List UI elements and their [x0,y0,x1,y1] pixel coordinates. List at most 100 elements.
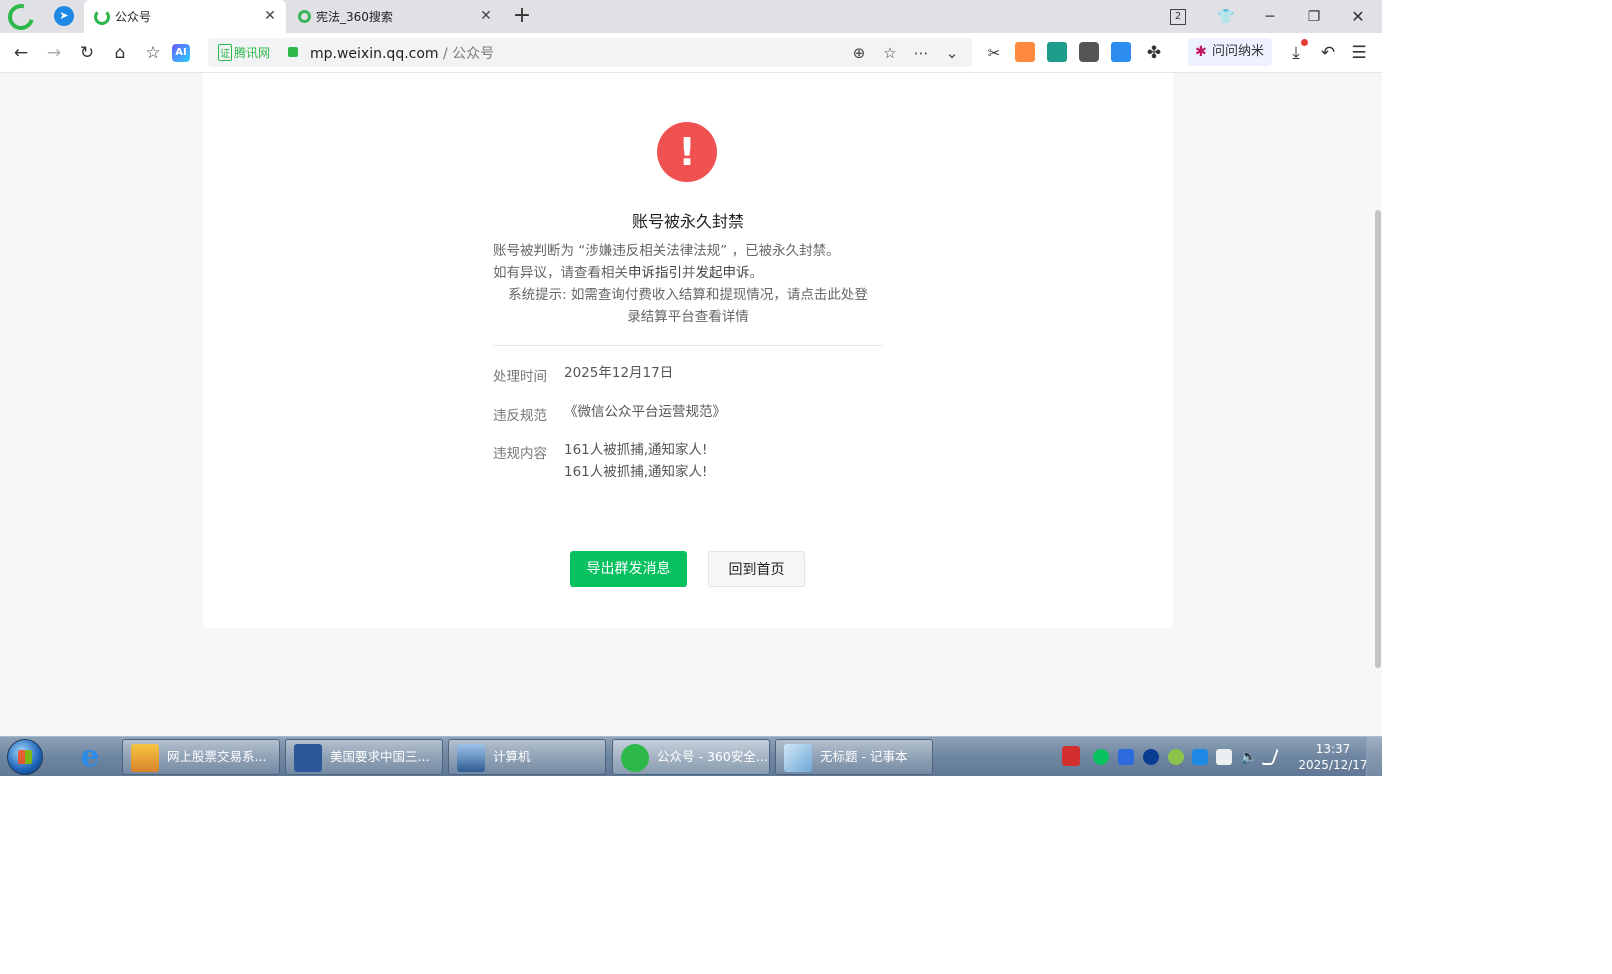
process-time-value: 2025年12月17日 [564,365,674,381]
divider [493,345,883,346]
notification-dot [1301,39,1308,46]
export-messages-button[interactable]: 导出群发消息 [570,551,687,587]
windows-taskbar: e 网上股票交易系... 美国要求中国三... 计算机 公众号 - 360安全.… [0,736,1382,776]
wenwen-nami-button[interactable]: 问问纳米 [1188,38,1272,66]
location-icon[interactable]: ⊕ [848,42,870,64]
tab-label: 公众号 [115,10,152,24]
clock-time: 13:37 [1315,742,1351,756]
ie-icon[interactable]: e [74,741,106,773]
taskbar-item-word[interactable]: 美国要求中国三... [285,739,443,775]
close-window-icon[interactable]: ✕ [1346,6,1370,28]
certificate-badge[interactable]: 证腾讯网 [218,44,270,61]
new-tab-button[interactable]: + [510,4,534,28]
tab-strip: ➤ 公众号 ✕ 宪法_360搜索 ✕ + 2 👕 ─ ❐ ✕ [0,0,1382,35]
clock-date: 2025/12/17 [1298,758,1368,772]
word-app-icon [294,744,322,772]
taskbar-item-label: 美国要求中国三... [330,749,430,764]
tray-usb-icon[interactable] [1216,749,1232,765]
tab-favicon-icon [94,8,110,25]
tab-close-icon[interactable]: ✕ [478,8,494,24]
taskbar-item-label: 网上股票交易系... [167,749,267,764]
url-text[interactable]: mp.weixin.qq.com / 公众号 [310,43,494,63]
notepad-icon [784,744,812,772]
pinned-tab-icon[interactable]: ➤ [54,6,74,26]
violation-content-label: 违规内容 [493,446,547,462]
tab-label: 宪法_360搜索 [316,10,393,24]
ai-assistant-icon[interactable]: AI [172,44,190,62]
system-clock[interactable]: 13:37 2025/12/17 [1288,741,1378,773]
taskbar-item-computer[interactable]: 计算机 [448,739,606,775]
dropdown-chevron-icon[interactable]: ⌄ [941,42,963,64]
extensions-puzzle-icon[interactable]: ✤ [1142,41,1166,65]
url-path: / 公众号 [438,46,495,62]
back-home-button[interactable]: 回到首页 [708,551,805,587]
reload-icon[interactable]: ↻ [75,41,99,65]
taskbar-item-label: 公众号 - 360安全... [657,749,768,764]
tray-app-icon[interactable] [1192,749,1208,765]
game-extension-icon[interactable] [1015,42,1035,62]
violation-content-value: 161人被抓捕,通知家人! 161人被抓捕,通知家人! [564,439,707,483]
tray-volume-icon[interactable]: 🔈 [1240,749,1257,765]
system-tip[interactable]: 系统提示: 如需查询付费收入结算和提现情况，请点击此处登 录结算平台查看详情 [493,284,883,328]
ban-notice-card: ! 账号被永久封禁 账号被判断为 “涉嫌违反相关法律法规” ，已被永久封禁。 如… [203,73,1173,628]
desc-prefix: 如有异议，请查看相关 [493,265,628,281]
taskbar-item-label: 无标题 - 记事本 [820,749,908,764]
lock-icon[interactable] [288,47,298,57]
navigation-toolbar: ← → ↻ ⌂ ☆ AI 证腾讯网 mp.weixin.qq.com / 公众号… [0,33,1382,73]
warning-icon: ! [657,122,717,182]
desc-line-2: 如有异议，请查看相关申诉指引并发起申诉。 [493,262,883,284]
address-bar[interactable]: 证腾讯网 mp.weixin.qq.com / 公众号 ⊕ ☆ ⋯ ⌄ [208,38,972,67]
computer-icon [457,744,485,772]
taskbar-item-notepad[interactable]: 无标题 - 记事本 [775,739,933,775]
favorites-icon[interactable]: ☆ [141,41,165,65]
taskbar-item-stock[interactable]: 网上股票交易系... [122,739,280,775]
browser-app-icon [621,744,649,772]
tray-360-icon[interactable] [1168,749,1184,765]
tray-bluetooth-icon[interactable] [1143,749,1159,765]
desc-line-1: 账号被判断为 “涉嫌违反相关法律法规” ，已被永久封禁。 [493,243,840,259]
back-icon[interactable]: ← [9,41,33,65]
window-counter-icon[interactable]: 2 [1170,9,1186,25]
reader-extension-icon[interactable] [1079,42,1099,62]
vertical-scrollbar[interactable] [1375,210,1381,668]
taskbar-item-browser[interactable]: 公众号 - 360安全... [612,739,770,775]
violated-rule-label: 违反规范 [493,408,547,424]
forward-icon[interactable]: → [42,41,66,65]
restore-icon[interactable]: ❐ [1302,6,1326,28]
tray-grid-icon[interactable] [1118,749,1134,765]
url-host: mp.weixin.qq.com [310,46,439,62]
tray-network-icon[interactable] [1261,749,1279,765]
word-extension-icon[interactable] [1047,42,1067,62]
screenshot-scissors-icon[interactable]: ✂ [982,41,1006,65]
tab-close-icon[interactable]: ✕ [262,8,278,24]
search-favicon-icon [298,10,311,23]
certificate-box: 证 [218,44,232,61]
page-title: 账号被永久封禁 [631,212,744,231]
home-icon[interactable]: ⌂ [108,41,132,65]
stock-app-icon [131,744,159,772]
more-icon[interactable]: ⋯ [910,42,932,64]
bookmark-star-icon[interactable]: ☆ [879,42,901,64]
tray-wechat-icon[interactable] [1093,749,1109,765]
screen: ➤ 公众号 ✕ 宪法_360搜索 ✕ + 2 👕 ─ ❐ ✕ ← → ↻ ⌂ ☆… [0,0,1382,776]
system-tip-line-1: 系统提示: 如需查询付费收入结算和提现情况，请点击此处登 [508,287,868,303]
skin-icon[interactable]: 👕 [1214,6,1238,28]
browser-logo-icon[interactable] [3,0,39,35]
translate-extension-icon[interactable] [1111,42,1131,62]
undo-icon[interactable]: ↶ [1316,41,1340,65]
desc-suffix: 。 [749,265,764,281]
process-time-label: 处理时间 [493,369,547,385]
desc-mid: 并 [682,265,696,281]
show-desktop-button[interactable] [1366,737,1382,776]
start-appeal-link[interactable]: 发起申诉 [696,265,750,281]
violation-content-line-1: 161人被抓捕,通知家人! [564,442,708,458]
start-button[interactable] [7,739,43,775]
tab-search[interactable]: 宪法_360搜索 ✕ [288,0,502,33]
tab-gongzhonghao[interactable]: 公众号 ✕ [84,0,286,33]
minimize-icon[interactable]: ─ [1258,6,1282,28]
tray-input-method-icon[interactable] [1062,746,1080,766]
appeal-guide-link[interactable]: 申诉指引 [628,265,682,281]
violated-rule-value[interactable]: 《微信公众平台运营规范》 [564,401,726,423]
menu-icon[interactable]: ☰ [1347,41,1371,65]
system-tip-line-2: 录结算平台查看详情 [627,309,749,325]
